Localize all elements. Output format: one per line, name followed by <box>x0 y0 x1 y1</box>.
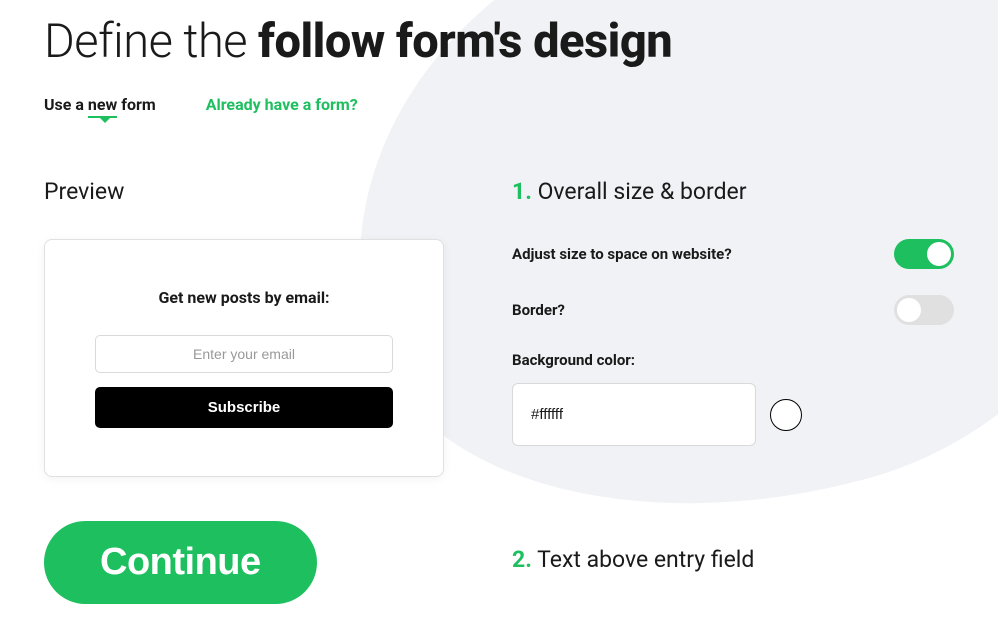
setting-border: Border? <box>512 295 954 325</box>
section-2-title: 2. Text above entry field <box>512 546 954 573</box>
preview-heading: Get new posts by email: <box>95 288 393 307</box>
toggle-knob <box>897 298 921 322</box>
section-1-title: 1. Overall size & border <box>512 178 954 205</box>
tab-suffix: form <box>117 95 155 114</box>
tab-existing-form[interactable]: Already have a form? <box>206 95 358 114</box>
page-title: Define the follow form's design <box>44 14 954 69</box>
tabs: Use a new form Already have a form? <box>44 95 954 114</box>
continue-button[interactable]: Continue <box>44 521 317 604</box>
preview-card: Get new posts by email: Subscribe <box>44 239 444 477</box>
bg-color-swatch[interactable] <box>770 399 802 431</box>
preview-title: Preview <box>44 178 444 205</box>
adjust-size-toggle[interactable] <box>894 239 954 269</box>
bg-color-input[interactable] <box>512 383 756 446</box>
title-light: Define the <box>44 14 258 69</box>
tab-new-form[interactable]: Use a new form <box>44 95 156 114</box>
bg-color-label: Background color: <box>512 351 954 369</box>
title-bold: follow form's design <box>258 14 672 69</box>
section-2-text: Text above entry field <box>537 546 754 573</box>
section-1-num: 1. <box>512 178 532 205</box>
tab-underline: new <box>88 95 117 118</box>
section-2-num: 2. <box>512 546 532 573</box>
border-toggle[interactable] <box>894 295 954 325</box>
adjust-size-label: Adjust size to space on website? <box>512 245 732 263</box>
setting-adjust-size: Adjust size to space on website? <box>512 239 954 269</box>
border-label: Border? <box>512 301 565 319</box>
toggle-knob <box>927 242 951 266</box>
section-1-text: Overall size & border <box>538 178 747 205</box>
preview-subscribe-button[interactable]: Subscribe <box>95 387 393 428</box>
preview-email-input[interactable] <box>95 335 393 373</box>
tab-prefix: Use a <box>44 95 88 114</box>
